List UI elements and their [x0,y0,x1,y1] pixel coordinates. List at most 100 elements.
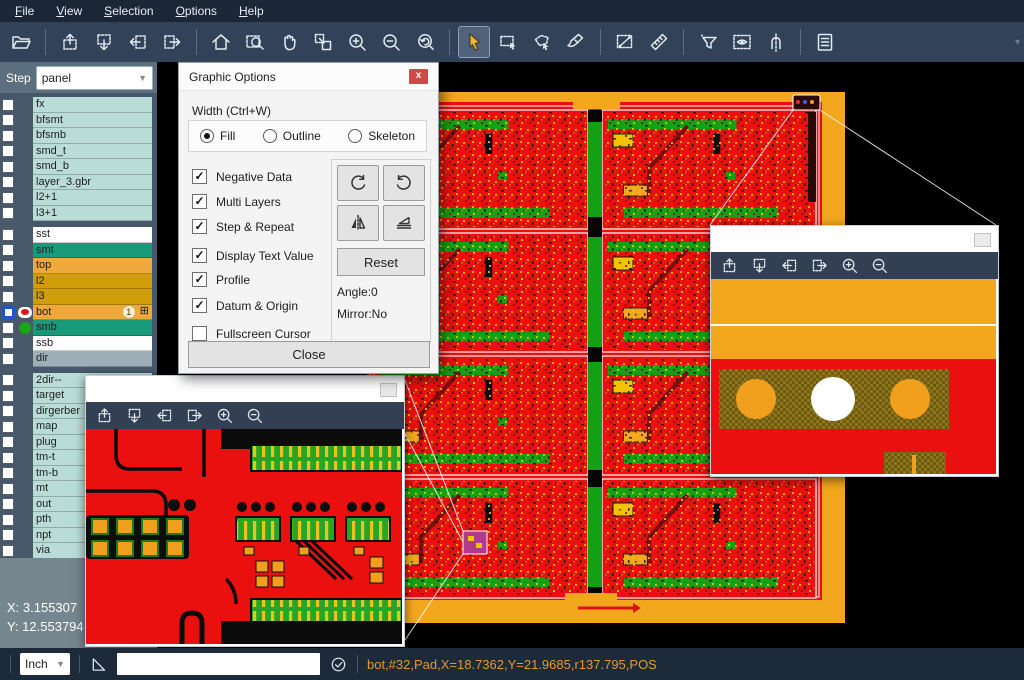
layer-visibility-checkbox[interactable] [2,176,14,188]
layer-visibility-checkbox[interactable] [2,114,14,126]
checkbox-step-repeat[interactable]: ✓Step & Repeat [192,219,294,234]
zoom-window-button[interactable] [240,27,270,57]
open-file-button[interactable] [6,27,36,57]
layer-name-smd_b[interactable]: smd_b [33,159,152,175]
layer-visibility-checkbox[interactable] [2,374,14,386]
pan-up-button[interactable] [720,256,739,275]
mirror-vertical-button[interactable] [383,205,425,241]
menu-selection[interactable]: Selection [93,1,164,21]
layer-visibility-checkbox[interactable] [2,390,14,402]
layer-row-smb[interactable]: smb [0,320,157,336]
layer-row-top[interactable]: top [0,258,157,274]
zoom-out-button[interactable] [870,256,889,275]
layer-row-l3[interactable]: l3 [0,289,157,305]
dialog-title-bar[interactable]: Graphic Options x [179,63,438,91]
radio-skeleton[interactable]: Skeleton [348,129,415,143]
menu-help[interactable]: Help [228,1,275,21]
grid-icon[interactable]: ⊞ [140,306,149,317]
layer-visibility-checkbox[interactable] [2,207,14,219]
magnifier-view-detail[interactable] [86,429,404,644]
layer-name-layer_3.gbr[interactable]: layer_3.gbr [33,175,152,191]
pan-hand-button[interactable] [274,27,304,57]
pan-down-button[interactable] [125,406,144,425]
layer-name-bfsmt[interactable]: bfsmt [33,113,152,129]
layer-visibility-checkbox[interactable] [2,337,14,349]
layer-name-bfsmb[interactable]: bfsmb [33,128,152,144]
filter-button[interactable] [693,27,723,57]
home-view-button[interactable] [206,27,236,57]
layer-row-bfsmb[interactable]: bfsmb [0,128,157,144]
layer-row-l3+1[interactable]: l3+1 [0,206,157,222]
clean-brush-button[interactable] [561,27,591,57]
magnifier-title-bar[interactable] [86,376,404,402]
select-rect-button[interactable] [493,27,523,57]
layer-visibility-checkbox[interactable] [2,353,14,365]
rotate-ccw-button[interactable] [383,165,425,201]
checkbox-profile[interactable]: ✓Profile [192,272,250,287]
layer-name-l2[interactable]: l2 [33,274,152,290]
pan-left-button[interactable] [780,256,799,275]
checkbox-negative-data[interactable]: ✓Negative Data [192,169,292,184]
layer-name-l2+1[interactable]: l2+1 [33,190,152,206]
layer-visibility-checkbox[interactable] [2,322,14,334]
layer-name-smb[interactable]: smb [33,320,152,336]
layer-row-bot[interactable]: bot1⊞ [0,305,157,321]
layer-row-bfsmt[interactable]: bfsmt [0,113,157,129]
layer-row-smt[interactable]: smt [0,243,157,259]
layer-row-dir[interactable]: dir [0,351,157,367]
pan-left-button[interactable] [155,406,174,425]
layer-name-l3+1[interactable]: l3+1 [33,206,152,222]
layer-visibility-checkbox[interactable] [2,405,14,417]
layer-row-fx[interactable]: fx [0,97,157,113]
select-arrow-button[interactable] [459,27,489,57]
layer-visibility-checkbox[interactable] [2,99,14,111]
pan-right-button[interactable] [185,406,204,425]
checkbox-fullscreen-cursor[interactable]: Fullscreen Cursor [192,326,311,341]
layer-name-l3[interactable]: l3 [33,289,152,305]
layer-visibility-checkbox[interactable] [2,514,14,526]
menu-file[interactable]: File [4,1,45,21]
layer-visibility-checkbox[interactable] [2,436,14,448]
layer-visibility-checkbox[interactable] [2,306,15,319]
layer-name-sst[interactable]: sst [33,227,152,243]
radio-fill[interactable]: Fill [200,129,235,143]
layer-active-indicator[interactable] [16,322,33,334]
layer-row-layer_3.gbr[interactable]: layer_3.gbr [0,175,157,191]
layer-visibility-checkbox[interactable] [2,161,14,173]
layer-visibility-checkbox[interactable] [2,145,14,157]
snap-jump-button[interactable] [761,27,791,57]
layer-visibility-checkbox[interactable] [2,244,14,256]
checkbox-multi-layers[interactable]: ✓Multi Layers [192,194,281,209]
step-combobox[interactable]: panel ▼ [36,66,153,90]
checkbox-datum-origin[interactable]: ✓Datum & Origin [192,298,298,313]
layer-name-fx[interactable]: fx [33,97,152,113]
close-button[interactable]: Close [188,341,430,368]
layer-row-ssb[interactable]: ssb [0,336,157,352]
layer-visibility-checkbox[interactable] [2,421,14,433]
layer-visibility-checkbox[interactable] [2,275,14,287]
sync-icon[interactable] [329,655,348,674]
magnifier-window-top-right[interactable] [710,225,999,477]
layer-name-bot[interactable]: bot1⊞ [33,305,152,321]
zoom-in-button[interactable] [840,256,859,275]
unit-combobox[interactable]: Inch ▼ [20,653,70,675]
layer-visibility-checkbox[interactable] [2,545,14,557]
window-menu-button[interactable] [974,233,991,247]
layer-active-indicator[interactable] [16,307,33,318]
pan-right-button[interactable] [810,256,829,275]
pan-down-button[interactable] [750,256,769,275]
layer-row-l2+1[interactable]: l2+1 [0,190,157,206]
layer-visibility-checkbox[interactable] [2,498,14,510]
zoom-out-button[interactable] [376,27,406,57]
layer-row-l2[interactable]: l2 [0,274,157,290]
checkbox-display-text-value[interactable]: ✓Display Text Value [192,248,314,263]
mirror-horizontal-button[interactable] [337,205,379,241]
toolbar-overflow-icon[interactable]: ▾ [1015,37,1020,48]
layer-visibility-checkbox[interactable] [2,452,14,464]
radio-outline[interactable]: Outline [263,129,321,143]
layer-row-smd_b[interactable]: smd_b [0,159,157,175]
measure-distance-button[interactable] [610,27,640,57]
layer-visibility-checkbox[interactable] [2,467,14,479]
layer-name-dir[interactable]: dir [33,351,152,367]
pan-up-button[interactable] [55,27,85,57]
